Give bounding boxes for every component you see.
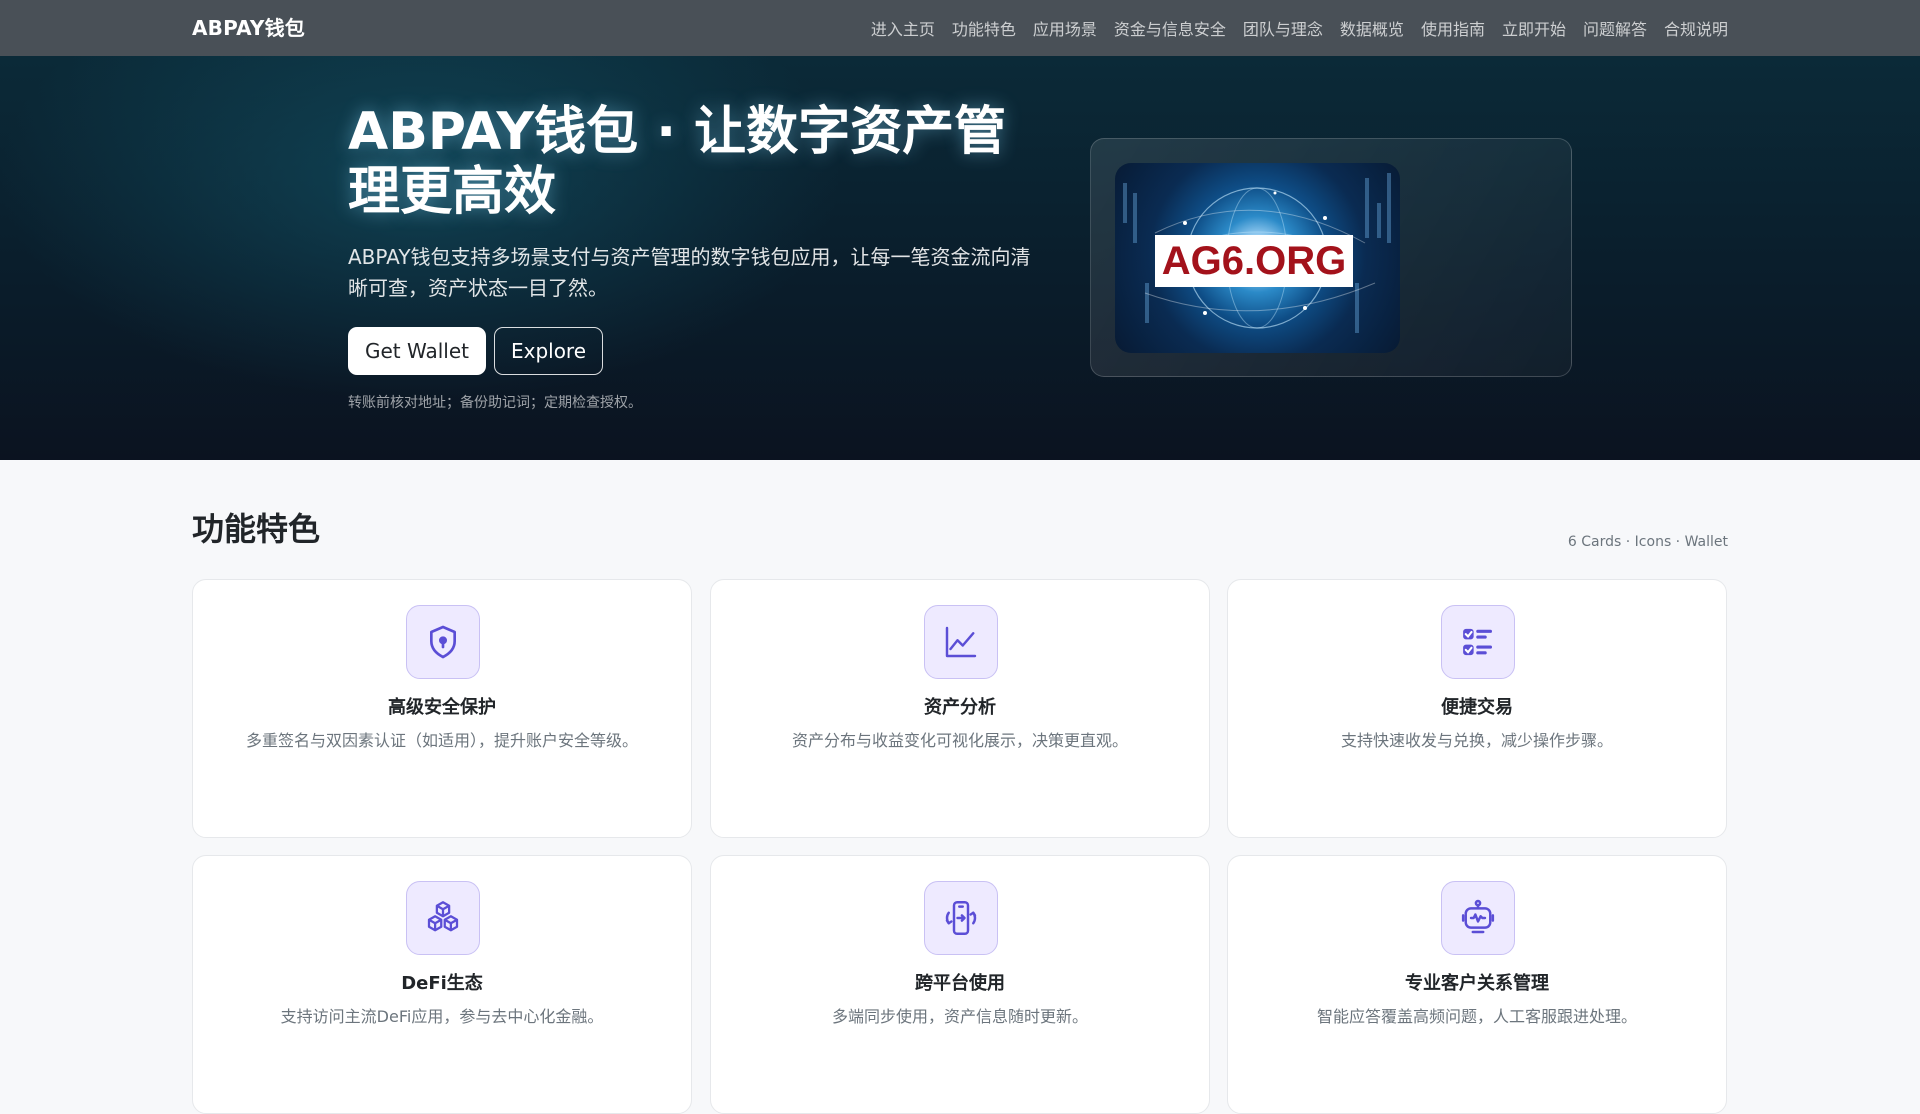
feature-card-desc: 智能应答覆盖高频问题，人工客服跟进处理。	[1316, 1007, 1637, 1026]
feature-card-title: 资产分析	[924, 697, 996, 718]
hero-safety-note: 转账前核对地址；备份助记词；定期检查授权。	[348, 395, 642, 411]
feature-card-title: 跨平台使用	[915, 973, 1005, 994]
feature-card-desc: 多端同步使用，资产信息随时更新。	[831, 1007, 1088, 1026]
feature-card-desc: 多重签名与双因素认证（如适用），提升账户安全等级。	[245, 731, 638, 750]
robot-icon	[1441, 881, 1515, 955]
phone-sync-icon	[924, 881, 998, 955]
brand-logo[interactable]: ABPAY钱包	[192, 0, 305, 56]
hero-subtitle: ABPAY钱包支持多场景支付与资产管理的数字钱包应用，让每一笔资金流向清晰可查，…	[348, 245, 1031, 300]
nav-link-faq[interactable]: 问题解答	[1583, 16, 1647, 40]
feature-card-cross-platform: 跨平台使用 多端同步使用，资产信息随时更新。	[710, 855, 1210, 1114]
features-meta: 6 Cards · Icons · Wallet	[1567, 534, 1728, 550]
nav-link-data[interactable]: 数据概览	[1340, 16, 1404, 40]
nav-link-guide[interactable]: 使用指南	[1421, 16, 1485, 40]
feature-card-desc: 支持访问主流DeFi应用，参与去中心化金融。	[280, 1007, 604, 1026]
feature-card-title: 便捷交易	[1441, 697, 1513, 718]
features-title: 功能特色	[192, 510, 321, 548]
cubes-icon	[406, 881, 480, 955]
line-chart-icon	[924, 605, 998, 679]
shield-lock-icon	[406, 605, 480, 679]
nav-link-features[interactable]: 功能特色	[952, 16, 1016, 40]
nav-link-security[interactable]: 资金与信息安全	[1114, 16, 1226, 40]
checklist-icon	[1441, 605, 1515, 679]
feature-card-analysis: 资产分析 资产分布与收益变化可视化展示，决策更直观。	[710, 579, 1210, 838]
nav-link-team[interactable]: 团队与理念	[1243, 16, 1323, 40]
feature-card-desc: 资产分布与收益变化可视化展示，决策更直观。	[791, 731, 1128, 750]
globe-image: AG6.ORG	[1115, 163, 1400, 353]
image-watermark-label: AG6.ORG	[1155, 235, 1353, 287]
hero-image-card: AG6.ORG	[1090, 138, 1572, 377]
nav-link-home[interactable]: 进入主页	[871, 16, 935, 40]
feature-card-defi: DeFi生态 支持访问主流DeFi应用，参与去中心化金融。	[192, 855, 692, 1114]
feature-card-title: 专业客户关系管理	[1405, 973, 1549, 994]
feature-card-title: DeFi生态	[401, 973, 483, 994]
nav-link-start[interactable]: 立即开始	[1502, 16, 1566, 40]
navbar: ABPAY钱包 进入主页 功能特色 应用场景 资金与信息安全 团队与理念 数据概…	[0, 0, 1920, 56]
nav-links: 进入主页 功能特色 应用场景 资金与信息安全 团队与理念 数据概览 使用指南 立…	[871, 0, 1728, 56]
feature-card-desc: 支持快速收发与兑换，减少操作步骤。	[1340, 731, 1613, 750]
get-wallet-button[interactable]: Get Wallet	[348, 327, 486, 375]
hero-title: ABPAY钱包 · 让数字资产管理更高效	[348, 102, 1007, 222]
nav-link-compliance[interactable]: 合规说明	[1664, 16, 1728, 40]
feature-card-security: 高级安全保护 多重签名与双因素认证（如适用），提升账户安全等级。	[192, 579, 692, 838]
nav-link-scenarios[interactable]: 应用场景	[1033, 16, 1097, 40]
feature-card-title: 高级安全保护	[388, 697, 496, 718]
feature-card-trading: 便捷交易 支持快速收发与兑换，减少操作步骤。	[1227, 579, 1727, 838]
explore-button[interactable]: Explore	[494, 327, 603, 375]
feature-card-crm: 专业客户关系管理 智能应答覆盖高频问题，人工客服跟进处理。	[1227, 855, 1727, 1114]
hero-section: ABPAY钱包 · 让数字资产管理更高效 ABPAY钱包支持多场景支付与资产管理…	[0, 56, 1920, 460]
